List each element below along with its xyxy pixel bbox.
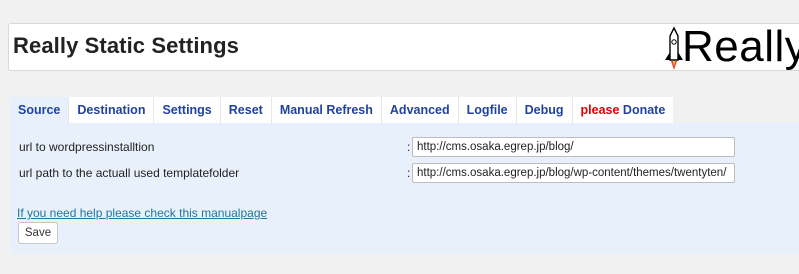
tab-reset[interactable]: Reset <box>221 97 272 123</box>
wordpress-url-label: url to wordpressinstalltion <box>19 140 155 154</box>
tab-source[interactable]: Source <box>10 97 70 123</box>
tab-please-label: please <box>580 103 620 117</box>
template-folder-input[interactable]: http://cms.osaka.egrep.jp/blog/wp-conten… <box>412 163 735 183</box>
tab-debug[interactable]: Debug <box>517 97 573 123</box>
template-folder-label: url path to the actuall used templatefol… <box>19 166 240 180</box>
tab-label: Advanced <box>389 103 450 117</box>
really-static-logo: Really <box>661 23 799 71</box>
wordpress-url-input[interactable]: http://cms.osaka.egrep.jp/blog/ <box>412 137 735 157</box>
tab-label: Donate <box>622 103 666 117</box>
page-title: Really Static Settings <box>13 33 239 58</box>
tab-label: Settings <box>162 103 212 117</box>
tab-label: Manual Refresh <box>279 103 373 117</box>
logo-text: Really <box>682 23 799 71</box>
tab-logfile[interactable]: Logfile <box>459 97 517 123</box>
tab-label: Logfile <box>466 103 508 117</box>
colon-separator: : <box>407 166 411 180</box>
save-button[interactable]: Save <box>18 222 58 244</box>
tab-label: Destination <box>77 103 146 117</box>
manual-help-link[interactable]: If you need help please check this manua… <box>17 206 267 220</box>
tab-label: Source <box>18 103 61 117</box>
colon-separator: : <box>407 140 411 154</box>
tab-bar: Source Destination Settings Reset Manual… <box>10 97 674 123</box>
tab-manual-refresh[interactable]: Manual Refresh <box>272 97 382 123</box>
tab-label: Debug <box>524 103 564 117</box>
settings-page: Really Static Settings Really Source Des… <box>0 0 799 274</box>
header-bar: Really Static Settings Really <box>8 23 799 71</box>
source-panel: url to wordpressinstalltion : http://cms… <box>10 123 799 254</box>
tab-settings[interactable]: Settings <box>154 97 221 123</box>
tab-advanced[interactable]: Advanced <box>382 97 459 123</box>
tab-destination[interactable]: Destination <box>69 97 155 123</box>
tab-donate[interactable]: please Donate <box>573 97 674 123</box>
tab-label: Reset <box>228 103 263 117</box>
